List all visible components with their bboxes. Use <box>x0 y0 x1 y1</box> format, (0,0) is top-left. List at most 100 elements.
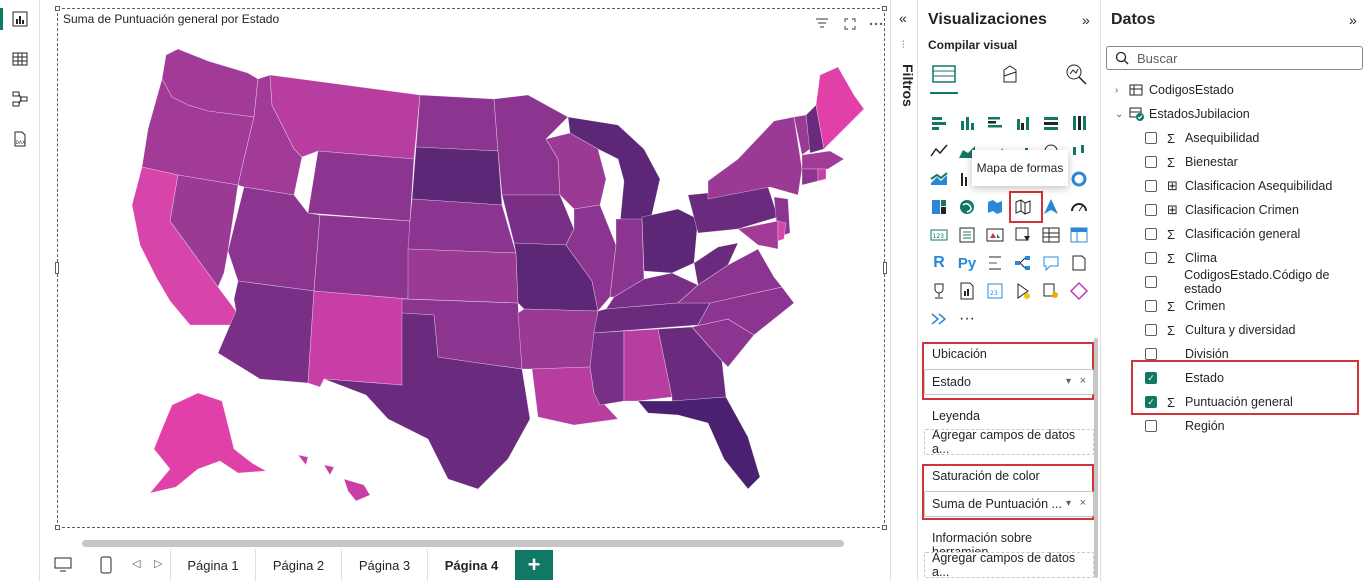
chevron-down-icon[interactable]: ▾ <box>1066 498 1071 509</box>
python-visual-icon[interactable]: Py <box>956 252 978 274</box>
remove-field-icon[interactable]: × <box>1080 375 1086 387</box>
checkbox[interactable] <box>1145 252 1157 264</box>
checkbox[interactable] <box>1145 204 1157 216</box>
field-row[interactable]: Σ Asequibilidad <box>1145 127 1259 149</box>
chevron-down-icon[interactable]: ▾ <box>1066 376 1071 387</box>
multi-row-card-icon[interactable] <box>956 224 978 246</box>
checkbox[interactable] <box>1145 300 1157 312</box>
checkbox[interactable] <box>1145 276 1157 288</box>
collapse-data-icon[interactable]: » <box>1349 12 1357 28</box>
checkbox[interactable] <box>1145 132 1157 144</box>
decomposition-tree-icon[interactable] <box>1012 252 1034 274</box>
slicer-icon[interactable] <box>1012 224 1034 246</box>
qna-icon[interactable] <box>1040 252 1062 274</box>
filled-map-icon[interactable] <box>984 196 1006 218</box>
checkbox[interactable] <box>1145 180 1157 192</box>
map-icon[interactable] <box>956 196 978 218</box>
tab-pagina-2[interactable]: Página 2 <box>255 549 341 581</box>
power-automate-icon[interactable] <box>1040 280 1062 302</box>
checkbox[interactable] <box>1145 324 1157 336</box>
desktop-layout-icon[interactable] <box>54 557 72 573</box>
location-field-well[interactable]: Estado ▾ × <box>924 369 1094 395</box>
state-arizona <box>217 280 315 384</box>
checkbox[interactable] <box>1145 228 1157 240</box>
kpi-icon[interactable] <box>984 224 1006 246</box>
shape-map-visual[interactable]: Suma de Puntuación general por Estado <box>55 6 887 530</box>
report-view-icon[interactable] <box>8 7 32 31</box>
field-row[interactable]: ⊞ Clasificacion Asequibilidad <box>1145 175 1332 197</box>
tab-pagina-4[interactable]: Página 4 <box>427 549 515 581</box>
stacked-bar-chart-icon[interactable] <box>928 112 950 134</box>
next-page-icon[interactable]: ▷ <box>154 557 162 570</box>
goals-icon[interactable] <box>928 280 950 302</box>
dax-query-view-icon[interactable]: DAX <box>8 127 32 151</box>
field-row[interactable]: Σ Cultura y diversidad <box>1145 319 1295 341</box>
checkbox[interactable] <box>1145 156 1157 168</box>
checkbox[interactable] <box>1145 420 1157 432</box>
key-influencers-icon[interactable] <box>984 252 1006 274</box>
donut-chart-icon[interactable] <box>1068 168 1090 190</box>
table-codigosestado[interactable]: › CodigosEstado <box>1115 79 1234 101</box>
100-stacked-bar-icon[interactable] <box>1040 112 1062 134</box>
wells-scrollbar[interactable] <box>1094 338 1098 578</box>
table-view-icon[interactable] <box>8 47 32 71</box>
paginated-report-icon[interactable] <box>956 280 978 302</box>
active-tab-underline <box>930 92 958 94</box>
remove-field-icon[interactable]: × <box>1080 497 1086 509</box>
power-apps-icon[interactable] <box>1012 280 1034 302</box>
horizontal-scrollbar[interactable] <box>82 540 844 547</box>
filters-pane-collapsed[interactable]: « ⫶ Filtros <box>890 0 917 581</box>
field-row[interactable]: Σ Clasificación general <box>1145 223 1300 245</box>
search-input[interactable]: Buscar <box>1106 46 1363 70</box>
chevron-right-icon[interactable]: › <box>1115 85 1129 96</box>
legend-field-well[interactable]: Agregar campos de datos a... <box>924 428 1094 456</box>
more-visuals-icon[interactable] <box>928 308 950 330</box>
svg-text:123: 123 <box>933 233 945 240</box>
prev-page-icon[interactable]: ◁ <box>132 557 140 570</box>
treemap-icon[interactable] <box>928 196 950 218</box>
field-row[interactable]: Σ Bienestar <box>1145 151 1238 173</box>
get-more-visuals-icon[interactable]: ··· <box>956 308 978 330</box>
custom-visual-icon[interactable] <box>1068 280 1090 302</box>
collapse-visualizations-icon[interactable]: » <box>1082 12 1090 28</box>
state-new-mexico <box>307 290 409 388</box>
chevron-down-icon[interactable]: ⌄ <box>1115 109 1129 120</box>
field-row[interactable]: Σ Clima <box>1145 247 1217 269</box>
state-nebraska <box>407 198 517 254</box>
100-stacked-column-icon[interactable] <box>1068 112 1090 134</box>
add-page-button[interactable]: + <box>515 550 553 580</box>
azure-map-icon[interactable] <box>1040 196 1062 218</box>
tooltips-field-well[interactable]: Agregar campos de datos a... <box>924 551 1094 579</box>
field-label: División <box>1185 347 1229 361</box>
color-saturation-field-well[interactable]: Suma de Puntuación ... ▾ × <box>924 491 1094 517</box>
matrix-icon[interactable] <box>1068 224 1090 246</box>
field-row[interactable]: ⊞ Clasificacion Crimen <box>1145 199 1299 221</box>
format-visual-icon[interactable] <box>996 60 1024 88</box>
table-icon[interactable] <box>1040 224 1062 246</box>
field-row[interactable]: Región <box>1145 415 1225 437</box>
checkbox[interactable] <box>1145 348 1157 360</box>
analytics-icon[interactable] <box>1062 60 1090 88</box>
field-row[interactable]: Σ Crimen <box>1145 295 1225 317</box>
ribbon-icon[interactable] <box>928 168 950 190</box>
mobile-layout-icon[interactable] <box>100 556 112 574</box>
line-chart-icon[interactable] <box>928 140 950 162</box>
model-view-icon[interactable] <box>8 87 32 111</box>
page-tabs-bar: ◁ ▷ Página 1 Página 2 Página 3 Página 4 … <box>40 549 890 581</box>
tab-pagina-3[interactable]: Página 3 <box>341 549 427 581</box>
r-script-visual-icon[interactable]: R <box>928 252 950 274</box>
stacked-column-chart-icon[interactable] <box>956 112 978 134</box>
metrics-icon[interactable]: 23 <box>984 280 1006 302</box>
clustered-column-chart-icon[interactable] <box>1012 112 1034 134</box>
gauge-icon[interactable] <box>1068 196 1090 218</box>
fields-tab-icon[interactable] <box>930 60 958 88</box>
clustered-bar-chart-icon[interactable] <box>984 112 1006 134</box>
waterfall-chart-icon[interactable] <box>1068 140 1090 162</box>
calculated-column-icon: ⊞ <box>1167 202 1178 217</box>
table-estadosjubilacion[interactable]: ⌄ EstadosJubilacion <box>1115 103 1250 125</box>
expand-filters-icon[interactable]: « <box>899 10 907 26</box>
card-icon[interactable]: 123 <box>928 224 950 246</box>
field-row[interactable]: CodigosEstado.Código de estado <box>1145 268 1365 296</box>
smart-narrative-icon[interactable] <box>1068 252 1090 274</box>
tab-pagina-1[interactable]: Página 1 <box>170 549 255 581</box>
